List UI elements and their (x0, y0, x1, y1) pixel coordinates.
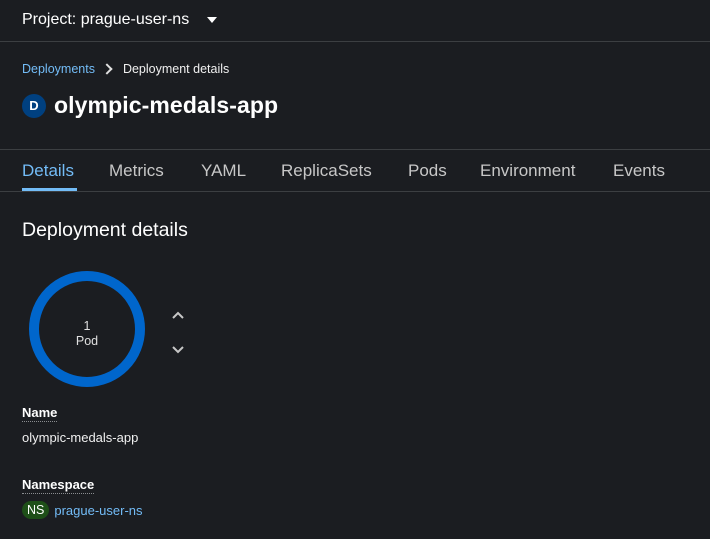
page-title: olympic-medals-app (54, 92, 279, 118)
name-label: Name (22, 405, 58, 422)
project-bar: Project: prague-user-ns (0, 0, 710, 42)
project-selector-label: Project: prague-user-ns (22, 11, 190, 28)
name-value: olympic-medals-app (22, 430, 139, 445)
chevron-up-icon[interactable] (170, 308, 186, 322)
pod-count-label: 1 Pod (27, 319, 147, 349)
tab-metrics[interactable]: Metrics (109, 161, 164, 181)
chevron-down-icon[interactable] (170, 343, 186, 357)
page-header: D olympic-medals-app (22, 92, 278, 119)
section-title: Deployment details (22, 219, 188, 241)
breadcrumb: Deployments Deployment details (22, 62, 229, 76)
active-tab-indicator (22, 188, 77, 191)
tab-details[interactable]: Details (22, 161, 74, 181)
breadcrumb-current: Deployment details (122, 62, 230, 76)
tab-environment[interactable]: Environment (480, 161, 575, 181)
namespace-link[interactable]: prague-user-ns (54, 503, 142, 518)
tab-pods[interactable]: Pods (408, 161, 447, 181)
namespace-label: Namespace (22, 477, 95, 494)
caret-down-icon (207, 17, 218, 23)
chevron-right-icon (101, 63, 113, 75)
deployment-kind-badge: D (22, 93, 46, 118)
namespace-value-row: NS prague-user-ns (22, 501, 143, 519)
tab-yaml[interactable]: YAML (201, 161, 246, 181)
pod-unit: Pod (75, 334, 99, 348)
project-selector[interactable]: Project: prague-user-ns (22, 11, 218, 29)
tab-replicasets[interactable]: ReplicaSets (281, 161, 372, 181)
tab-events[interactable]: Events (613, 161, 665, 181)
namespace-badge: NS (22, 501, 50, 519)
breadcrumb-deployments-link[interactable]: Deployments (22, 62, 95, 76)
tab-bar: Details Metrics YAML ReplicaSets Pods En… (0, 149, 710, 192)
pod-count: 1 (83, 319, 91, 333)
